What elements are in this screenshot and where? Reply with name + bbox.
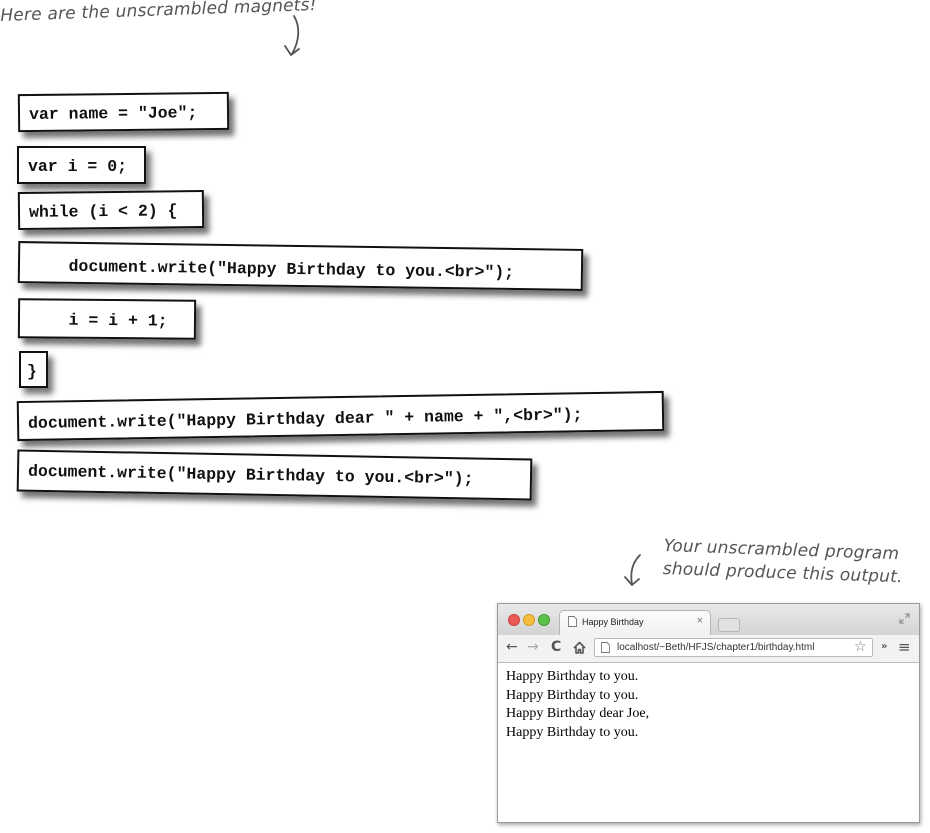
url-text: localhost/~Beth/HFJS/chapter1/birthday.h… bbox=[617, 642, 815, 653]
address-bar[interactable]: localhost/~Beth/HFJS/chapter1/birthday.h… bbox=[594, 638, 873, 657]
extensions-chevron-icon[interactable]: » bbox=[881, 641, 887, 652]
magnet-write-dear[interactable]: document.write("Happy Birthday dear " + … bbox=[16, 390, 665, 442]
top-annotation: Here are the unscrambled magnets! bbox=[0, 0, 318, 26]
home-icon[interactable] bbox=[573, 641, 586, 654]
menu-icon[interactable]: ≡ bbox=[898, 638, 911, 656]
tab-happy-birthday[interactable]: Happy Birthday × bbox=[559, 610, 711, 636]
zoom-window-button[interactable] bbox=[538, 614, 550, 626]
magnet-write-to-you-inner[interactable]: document.write("Happy Birthday to you.<b… bbox=[17, 241, 584, 291]
bookmark-star-icon[interactable]: ☆ bbox=[854, 639, 867, 655]
magnet-var-i[interactable]: var i = 0; bbox=[17, 146, 146, 184]
down-arrow-icon bbox=[284, 15, 300, 56]
reload-icon[interactable]: C bbox=[551, 639, 561, 655]
tab-close-icon[interactable]: × bbox=[697, 615, 703, 627]
page-content: Happy Birthday to you. Happy Birthday to… bbox=[506, 668, 649, 742]
magnet-while[interactable]: while (i < 2) { bbox=[17, 190, 205, 230]
fullscreen-icon[interactable] bbox=[899, 613, 910, 624]
close-window-button[interactable] bbox=[508, 614, 520, 626]
back-arrow-icon[interactable]: ← bbox=[506, 639, 518, 655]
output-line: Happy Birthday dear Joe, bbox=[506, 706, 650, 721]
output-line: Happy Birthday to you. bbox=[506, 724, 639, 740]
page-icon bbox=[568, 616, 577, 627]
new-tab-button[interactable] bbox=[718, 618, 740, 632]
magnet-close-brace[interactable]: } bbox=[19, 351, 48, 388]
browser-window: Happy Birthday × ← → C localhost/~Beth/H… bbox=[497, 603, 920, 823]
tab-title: Happy Birthday bbox=[582, 617, 644, 627]
browser-toolbar: ← → C localhost/~Beth/HFJS/chapter1/birt… bbox=[498, 635, 919, 663]
browser-titlebar: Happy Birthday × bbox=[498, 604, 919, 636]
forward-arrow-icon[interactable]: → bbox=[527, 639, 539, 655]
output-line: Happy Birthday to you. bbox=[506, 669, 639, 684]
magnet-write-to-you-final[interactable]: document.write("Happy Birthday to you.<b… bbox=[16, 449, 533, 501]
output-annotation: Your unscrambled program should produce … bbox=[662, 535, 903, 589]
minimize-window-button[interactable] bbox=[523, 614, 535, 626]
magnet-var-name[interactable]: var name = "Joe"; bbox=[17, 91, 230, 133]
document-icon bbox=[601, 642, 610, 653]
magnet-increment[interactable]: i = i + 1; bbox=[17, 298, 197, 340]
output-line: Happy Birthday to you. bbox=[506, 687, 639, 703]
down-left-arrow-icon bbox=[624, 554, 641, 586]
